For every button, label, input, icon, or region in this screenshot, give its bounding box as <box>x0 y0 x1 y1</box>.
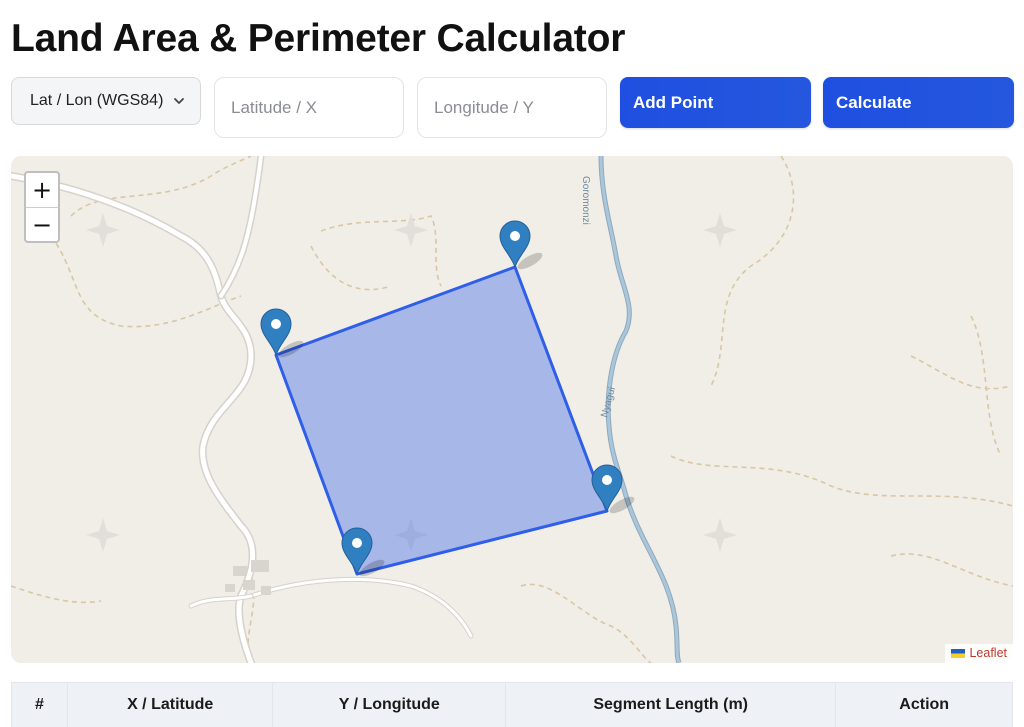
column-header-index: # <box>12 683 68 727</box>
chevron-down-icon <box>174 98 184 104</box>
map-attribution: Leaflet <box>945 644 1013 663</box>
page: Land Area & Perimeter Calculator Lat / L… <box>0 0 1024 727</box>
map[interactable]: Goromonzi Nyagui + − Leaflet <box>11 156 1013 663</box>
column-header-segment-length: Segment Length (m) <box>506 683 837 727</box>
latitude-input[interactable] <box>214 77 404 138</box>
add-point-button[interactable]: Add Point <box>620 77 811 128</box>
longitude-input[interactable] <box>417 77 607 138</box>
zoom-out-button[interactable]: − <box>26 208 58 241</box>
column-header-y-longitude: Y / Longitude <box>273 683 507 727</box>
zoom-in-button[interactable]: + <box>26 173 58 208</box>
points-table-header: # X / Latitude Y / Longitude Segment Len… <box>11 682 1013 727</box>
column-header-action: Action <box>899 696 950 713</box>
leaflet-link[interactable]: Leaflet <box>969 646 1007 660</box>
zoom-control: + − <box>24 171 60 243</box>
page-title: Land Area & Perimeter Calculator <box>11 17 626 60</box>
land-polygon[interactable] <box>274 265 609 576</box>
coordinate-system-select[interactable]: Lat / Lon (WGS84) <box>11 77 201 125</box>
coordinate-system-value: Lat / Lon (WGS84) <box>30 92 164 109</box>
column-header-x-latitude: X / Latitude <box>68 683 274 727</box>
polygon-overlay[interactable] <box>11 156 1013 663</box>
ukraine-flag-icon <box>951 648 966 658</box>
calculate-button[interactable]: Calculate <box>823 77 1014 128</box>
